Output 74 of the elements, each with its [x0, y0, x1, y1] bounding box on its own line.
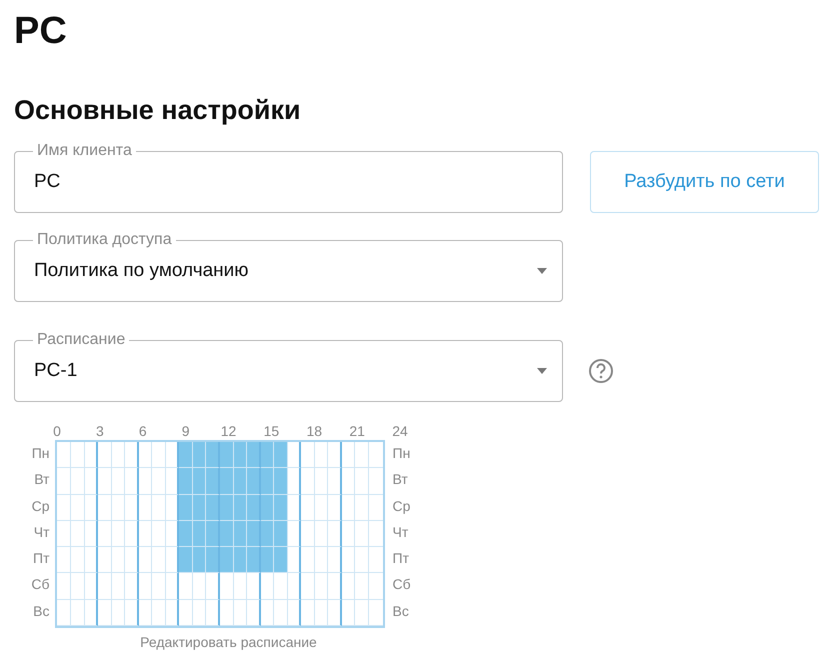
schedule-cell[interactable]: [206, 468, 220, 495]
day-label: Чт: [392, 522, 410, 542]
schedule-cell[interactable]: [288, 468, 302, 495]
schedule-cell[interactable]: [206, 547, 220, 574]
schedule-cell[interactable]: [206, 442, 220, 468]
schedule-cell[interactable]: [125, 547, 139, 574]
schedule-cell[interactable]: [288, 442, 302, 468]
dropdown-caret-icon: [537, 268, 547, 274]
schedule-cell[interactable]: [247, 547, 261, 574]
day-label: Ср: [392, 496, 412, 516]
schedule-cell[interactable]: [84, 442, 98, 468]
schedule-cell[interactable]: [125, 600, 139, 626]
schedule-cell[interactable]: [247, 468, 261, 495]
schedule-cell[interactable]: [125, 573, 139, 600]
schedule-cell[interactable]: [125, 442, 139, 468]
day-label: Пн: [392, 444, 412, 463]
schedule-cell[interactable]: [166, 442, 180, 468]
hour-label: 6: [138, 422, 147, 440]
schedule-cell[interactable]: [166, 573, 180, 600]
hour-label: 12: [220, 422, 236, 440]
day-label: Вс: [32, 602, 50, 621]
schedule-cell[interactable]: [166, 468, 180, 495]
day-label: Сб: [30, 575, 50, 594]
dropdown-caret-icon: [537, 368, 547, 374]
field-value: PC-1: [34, 358, 78, 383]
schedule-cell[interactable]: [166, 547, 180, 574]
hour-label: 21: [349, 422, 365, 440]
hour-label: 9: [182, 422, 190, 440]
schedule-cell[interactable]: [288, 573, 302, 600]
schedule-cell[interactable]: [84, 573, 98, 600]
field-label: Политика доступа: [33, 230, 176, 250]
section-heading: Основные настройки: [14, 94, 302, 126]
schedule-cell[interactable]: [247, 573, 261, 600]
day-label: Ср: [30, 496, 50, 516]
day-label: Чт: [32, 522, 50, 542]
schedule-cell[interactable]: [328, 494, 342, 521]
schedule-cell[interactable]: [125, 494, 139, 521]
schedule-cell[interactable]: [206, 573, 220, 600]
schedule-cell[interactable]: [206, 494, 220, 521]
schedule-cell[interactable]: [328, 573, 342, 600]
help-icon[interactable]: [588, 358, 614, 384]
schedule-cell[interactable]: [328, 547, 342, 574]
schedule-cell[interactable]: [125, 468, 139, 495]
field-value: Политика по умолчанию: [34, 258, 249, 283]
hour-label: 3: [96, 422, 104, 440]
schedule-cell[interactable]: [328, 468, 342, 495]
day-label: Пн: [30, 444, 50, 463]
schedule-cell[interactable]: [288, 547, 302, 574]
day-label: Пт: [392, 549, 410, 568]
schedule-cell[interactable]: [206, 520, 220, 548]
schedule-cell[interactable]: [328, 520, 342, 548]
schedule-cell[interactable]: [328, 442, 342, 468]
hour-label: 24: [392, 422, 408, 440]
schedule-grid[interactable]: [55, 440, 385, 628]
page-title: PC: [14, 9, 68, 54]
schedule-cell[interactable]: [84, 468, 98, 495]
schedule-cell[interactable]: [125, 520, 139, 548]
schedule-cell[interactable]: [328, 600, 342, 626]
day-label: Вс: [392, 602, 410, 621]
schedule-cell[interactable]: [247, 442, 261, 468]
schedule-cell[interactable]: [247, 494, 261, 521]
schedule-cell[interactable]: [247, 520, 261, 548]
day-label: Вт: [392, 470, 409, 490]
edit-schedule-link[interactable]: Редактировать расписание: [140, 632, 317, 654]
day-label: Сб: [392, 575, 412, 594]
schedule-cell[interactable]: [206, 600, 220, 626]
day-label: Вт: [33, 470, 50, 490]
day-label: Пт: [32, 549, 50, 568]
schedule-cell[interactable]: [247, 600, 261, 626]
field-value: PC: [34, 170, 60, 194]
hour-label: 15: [264, 422, 280, 440]
hour-label: 0: [53, 422, 61, 440]
schedule-cell[interactable]: [84, 547, 98, 574]
hour-label: 18: [306, 422, 322, 440]
